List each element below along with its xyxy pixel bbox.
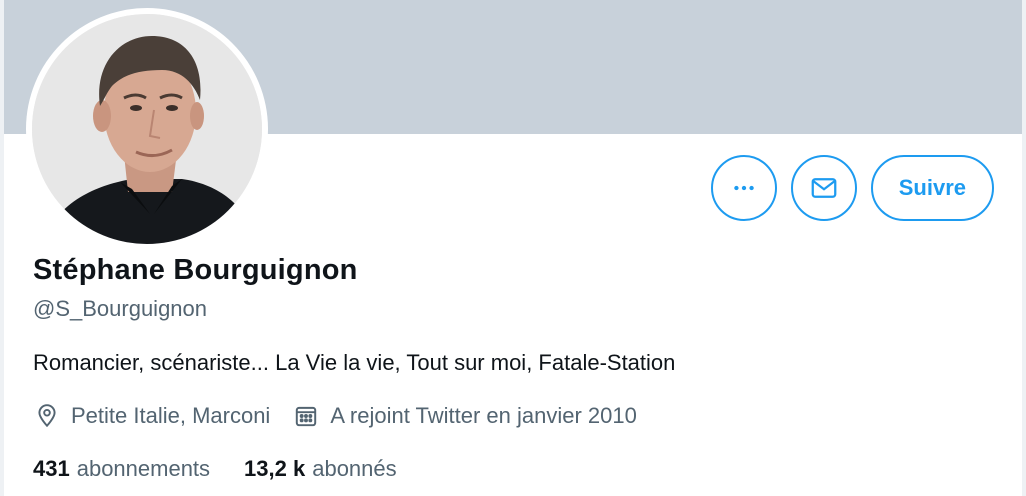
profile-card: Suivre Stéphane Bourguignon @S_Bourguign… <box>0 0 1026 496</box>
user-handle: @S_Bourguignon <box>33 296 208 321</box>
location-pin-icon <box>33 402 61 430</box>
joined-item: A rejoint Twitter en janvier 2010 <box>292 402 637 430</box>
profile-meta: Petite Italie, Marconi A rejoint Twitter… <box>33 402 637 430</box>
followers-count: 13,2 k <box>244 456 306 481</box>
location-text: Petite Italie, Marconi <box>71 403 271 428</box>
message-button[interactable] <box>790 155 857 221</box>
follow-button[interactable]: Suivre <box>870 155 994 221</box>
more-button[interactable] <box>710 155 777 221</box>
following-count: 431 <box>33 456 70 481</box>
more-horizontal-icon <box>733 185 754 191</box>
joined-text: A rejoint Twitter en janvier 2010 <box>330 403 637 428</box>
follow-stats: 431 abonnements 13,2 k abonnés <box>33 456 397 482</box>
calendar-icon <box>292 402 320 430</box>
followers-label: abonnés <box>312 456 397 481</box>
following-link[interactable]: 431 abonnements <box>33 456 210 482</box>
display-name: Stéphane Bourguignon <box>33 254 358 286</box>
follow-button-label: Suivre <box>898 175 966 200</box>
profile-bio: Romancier, scénariste... La Vie la vie, … <box>33 350 676 375</box>
right-edge <box>1022 0 1026 496</box>
location-item: Petite Italie, Marconi <box>33 402 270 430</box>
envelope-icon <box>811 178 837 198</box>
avatar-frame <box>26 8 268 250</box>
followers-link[interactable]: 13,2 k abonnés <box>244 456 397 482</box>
profile-actions: Suivre <box>710 155 994 221</box>
avatar[interactable] <box>32 14 262 244</box>
following-label: abonnements <box>76 456 211 481</box>
